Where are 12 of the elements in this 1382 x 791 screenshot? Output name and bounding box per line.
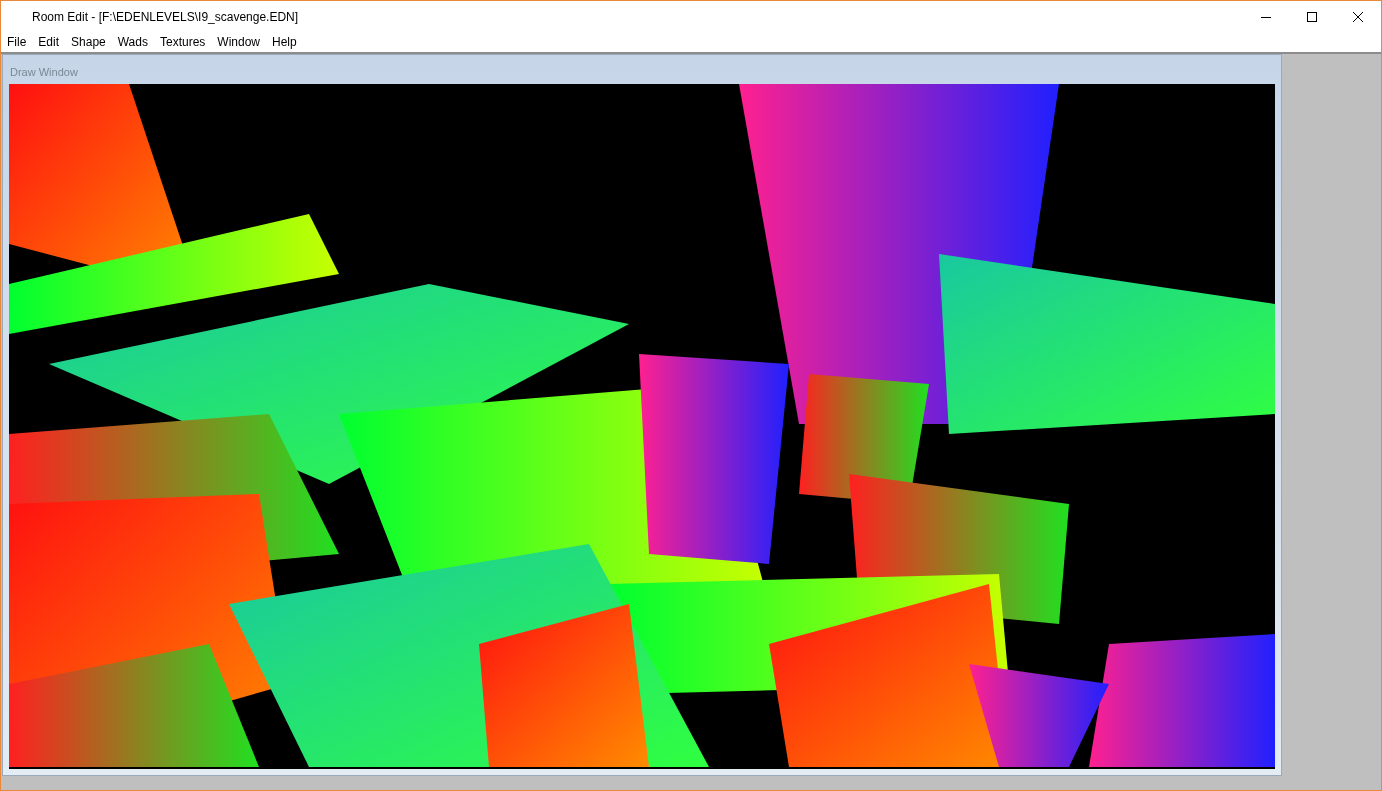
menu-item[interactable]: File xyxy=(1,33,33,52)
window-title: Room Edit - [F:\EDENLEVELS\I9_scavenge.EDN] xyxy=(32,9,299,26)
menu-item[interactable]: Textures xyxy=(153,33,212,52)
minimize-icon xyxy=(1261,16,1271,18)
menu-item[interactable]: Wads xyxy=(111,33,154,52)
menu-item[interactable]: Window xyxy=(211,33,266,52)
menu-item[interactable]: Shape xyxy=(65,33,112,52)
maximize-icon xyxy=(1307,12,1317,22)
menu-item[interactable]: Edit xyxy=(32,33,66,52)
menu-item[interactable]: Help xyxy=(266,33,303,52)
child-window-title: Draw Window xyxy=(9,65,79,80)
close-icon xyxy=(1353,12,1363,22)
